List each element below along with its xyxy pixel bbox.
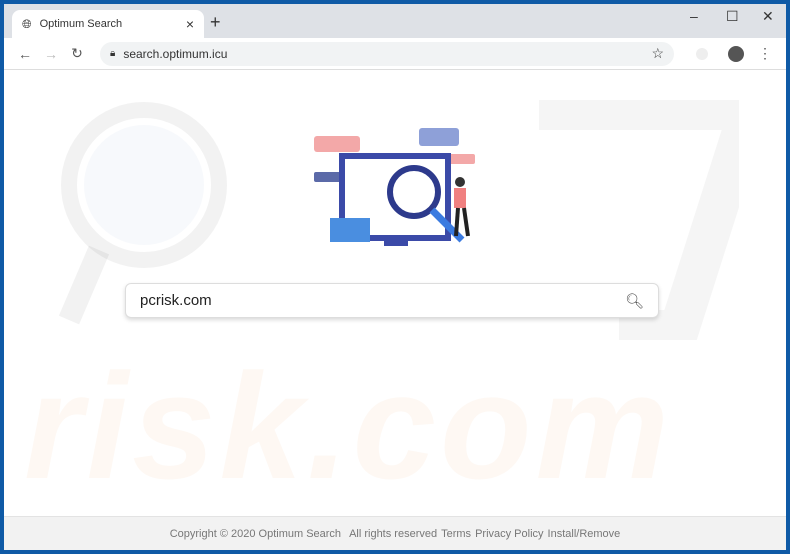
install-remove-link[interactable]: Install/Remove [548, 528, 621, 540]
tab-bar: 🌐︎ Optimum Search × + – ☐ ✕ [4, 4, 786, 38]
close-window-button[interactable]: ✕ [762, 8, 774, 25]
copyright-text: Copyright © 2020 Optimum Search [169, 527, 342, 540]
forward-button[interactable]: → [38, 46, 64, 62]
star-icon[interactable]: ☆ [651, 45, 664, 62]
footer: Copyright © 2020 Optimum Search All righ… [4, 516, 786, 550]
toolbar: ← → ↻ 🔒︎ search.optimum.icu ☆ ⋮ [4, 38, 786, 70]
page-content: risk.com 🔍︎ [4, 70, 786, 516]
tab-title: Optimum Search [39, 18, 123, 30]
search-box[interactable]: 🔍︎ [125, 283, 659, 318]
lock-icon: 🔒︎ [110, 48, 116, 59]
address-bar[interactable]: 🔒︎ search.optimum.icu ☆ [100, 41, 674, 66]
hero-illustration [314, 128, 475, 246]
search-input[interactable] [140, 292, 625, 309]
url-text: search.optimum.icu [123, 46, 228, 61]
extension-icon[interactable] [696, 47, 708, 60]
search-icon[interactable]: 🔍︎ [625, 292, 644, 310]
tab-close-icon[interactable]: × [186, 16, 194, 32]
tab-optimum-search[interactable]: 🌐︎ Optimum Search × [12, 10, 204, 38]
maximize-button[interactable]: ☐ [726, 8, 739, 25]
browser-window: 🌐︎ Optimum Search × + – ☐ ✕ ← → ↻ 🔒︎ sea… [4, 4, 786, 550]
privacy-link[interactable]: Privacy Policy [475, 528, 543, 540]
minimize-button[interactable]: – [690, 8, 698, 24]
globe-icon: 🌐︎ [22, 16, 32, 31]
terms-link[interactable]: Terms [441, 528, 471, 540]
new-tab-button[interactable]: + [210, 12, 221, 33]
watermark-text: risk.com [24, 342, 673, 510]
menu-icon[interactable]: ⋮ [752, 45, 778, 62]
rights-text: All rights reserved [349, 527, 438, 540]
back-button[interactable]: ← [12, 46, 38, 62]
profile-icon[interactable] [728, 45, 744, 62]
reload-button[interactable]: ↻ [64, 45, 90, 62]
